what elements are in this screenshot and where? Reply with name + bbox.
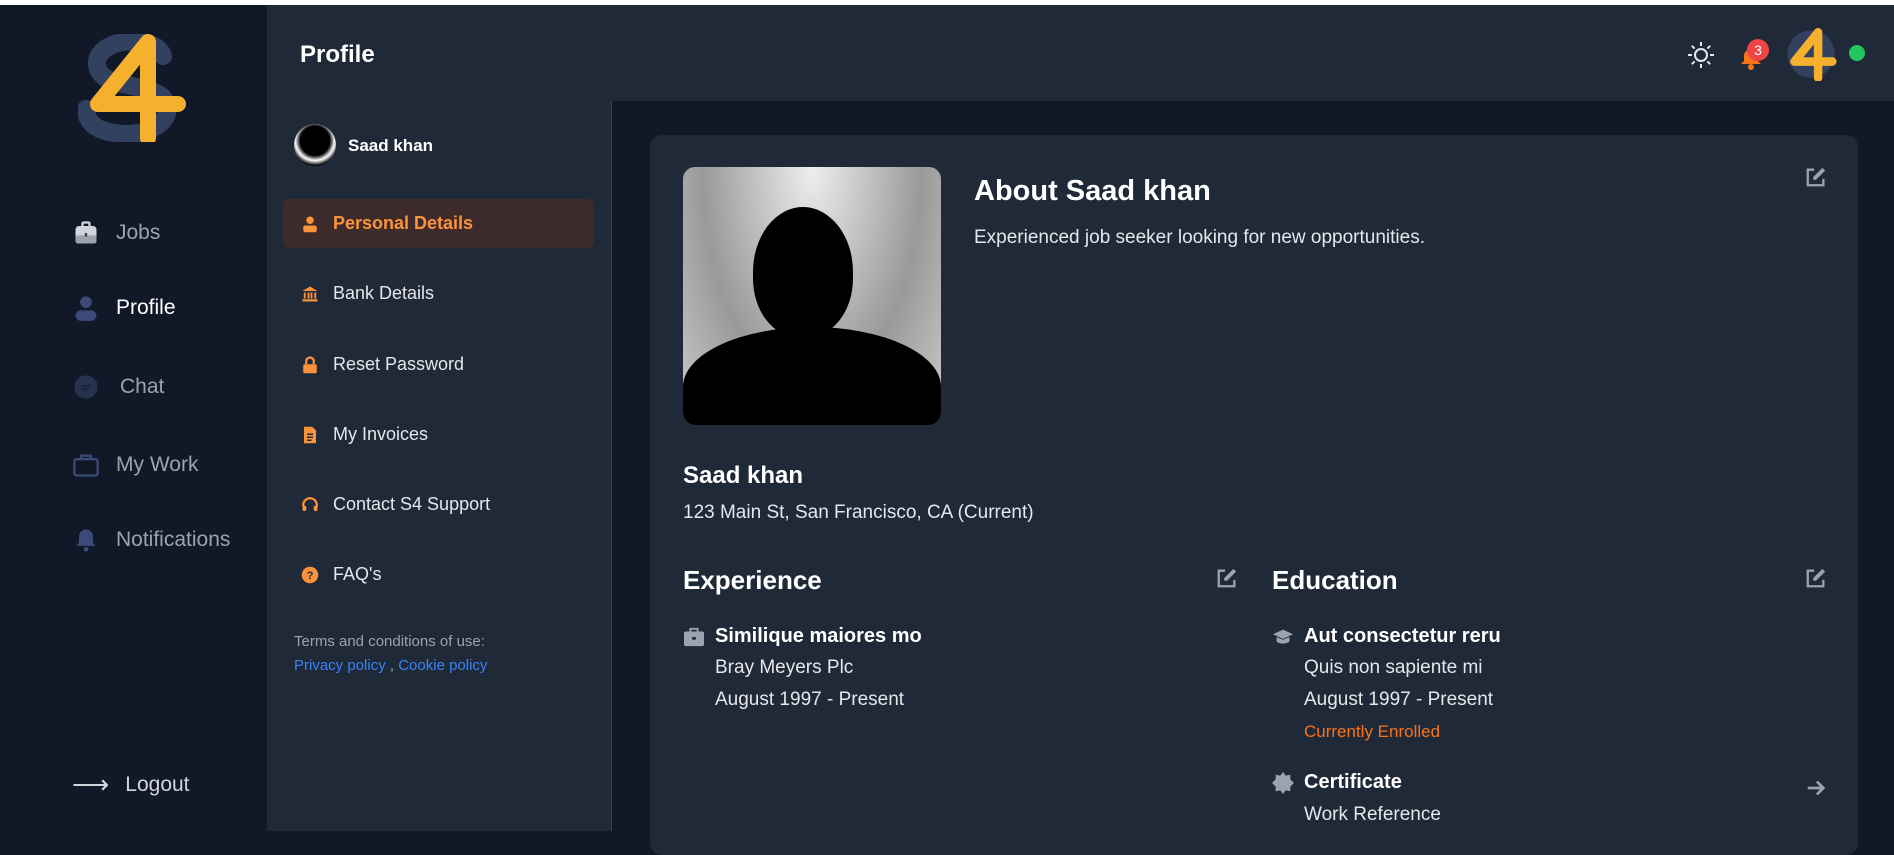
- sidebar: Jobs Profile Chat My Work Notifications …: [0, 5, 267, 831]
- sidebar-item-label: My Work: [116, 453, 199, 476]
- link-separator: ,: [389, 657, 395, 674]
- enrollment-status: Currently Enrolled: [1304, 722, 1441, 741]
- arrow-right-icon: ⟶: [72, 769, 110, 799]
- work-bag-icon: [73, 454, 99, 477]
- profile-menu: Saad khan Personal Details Bank Details …: [267, 101, 612, 831]
- certificate-title: Certificate: [1304, 771, 1402, 793]
- education-title: Education: [1272, 565, 1398, 595]
- profile-address: 123 Main St, San Francisco, CA (Current): [683, 502, 1034, 523]
- page-title: Profile: [300, 41, 375, 68]
- user-icon: [75, 296, 97, 321]
- bell-icon: [76, 529, 96, 552]
- logout-label: Logout: [125, 772, 190, 796]
- about-title: About Saad khan: [974, 175, 1211, 207]
- sidebar-item-notifications[interactable]: Notifications: [72, 526, 230, 554]
- question-icon: ?: [301, 566, 319, 583]
- sidebar-item-chat[interactable]: Chat: [72, 373, 164, 401]
- online-status-dot: [1849, 45, 1865, 61]
- chat-icon: [74, 375, 98, 399]
- notification-badge: 3: [1747, 39, 1769, 61]
- menu-faqs[interactable]: ? FAQ's: [283, 550, 594, 599]
- svg-text:?: ?: [307, 569, 314, 581]
- lock-icon: [303, 355, 317, 373]
- sidebar-item-label: Profile: [116, 296, 176, 319]
- menu-label: Personal Details: [333, 213, 474, 233]
- cookie-policy-link[interactable]: Cookie policy: [398, 657, 487, 674]
- experience-title: Experience: [683, 565, 822, 595]
- bank-icon: [302, 286, 318, 301]
- privacy-policy-link[interactable]: Privacy policy: [294, 657, 386, 674]
- menu-my-invoices[interactable]: My Invoices: [283, 410, 594, 459]
- briefcase-icon: [75, 221, 97, 244]
- experience-item-title: Similique maiores mo: [715, 625, 922, 647]
- experience-item-company: Bray Meyers Plc: [715, 657, 854, 678]
- headset-icon: [302, 496, 318, 511]
- menu-label: My Invoices: [333, 424, 429, 444]
- education-item-school: Quis non sapiente mi: [1304, 657, 1483, 678]
- menu-label: Bank Details: [333, 283, 435, 303]
- sidebar-item-profile[interactable]: Profile: [72, 294, 176, 322]
- edit-education-icon[interactable]: [1805, 567, 1827, 589]
- profile-card: About Saad khan Experienced job seeker l…: [650, 135, 1858, 855]
- briefcase-icon: [684, 627, 704, 647]
- sidebar-item-jobs[interactable]: Jobs: [72, 219, 160, 247]
- profile-name: Saad khan: [683, 462, 804, 489]
- menu-personal-details[interactable]: Personal Details: [283, 199, 594, 248]
- user-icon: [303, 216, 317, 232]
- header: Profile 3: [267, 5, 1894, 101]
- menu-label: Contact S4 Support: [333, 494, 491, 514]
- graduation-cap-icon: [1272, 629, 1294, 644]
- user-avatar[interactable]: [1785, 27, 1837, 81]
- arrow-right-icon[interactable]: [1805, 777, 1827, 799]
- sidebar-item-label: Chat: [120, 375, 165, 398]
- terms-label: Terms and conditions of use:: [294, 633, 485, 650]
- certificate-badge-icon: [1272, 772, 1294, 794]
- menu-bank-details[interactable]: Bank Details: [283, 269, 594, 318]
- education-item-title: Aut consectetur reru: [1304, 625, 1501, 647]
- menu-reset-password[interactable]: Reset Password: [283, 340, 594, 389]
- certificate-subtitle: Work Reference: [1304, 804, 1441, 825]
- menu-label: FAQ's: [333, 564, 382, 584]
- user-avatar-small: [294, 124, 336, 166]
- invoice-icon: [304, 426, 316, 443]
- edit-about-icon[interactable]: [1805, 166, 1827, 188]
- sidebar-item-my-work[interactable]: My Work: [72, 451, 198, 479]
- sun-icon[interactable]: [1687, 41, 1715, 69]
- menu-contact-support[interactable]: Contact S4 Support: [283, 480, 594, 529]
- profile-photo: [683, 167, 941, 425]
- sidebar-item-label: Notifications: [116, 528, 231, 551]
- s4-logo[interactable]: [78, 34, 188, 142]
- user-name: Saad khan: [348, 136, 434, 155]
- logout-button[interactable]: ⟶ Logout: [72, 769, 190, 800]
- sidebar-item-label: Jobs: [116, 221, 161, 244]
- about-description: Experienced job seeker looking for new o…: [974, 227, 1425, 248]
- edit-experience-icon[interactable]: [1216, 567, 1238, 589]
- experience-item-dates: August 1997 - Present: [715, 689, 905, 710]
- notifications-button[interactable]: 3: [1737, 39, 1771, 73]
- menu-label: Reset Password: [333, 354, 465, 374]
- education-item-dates: August 1997 - Present: [1304, 689, 1494, 710]
